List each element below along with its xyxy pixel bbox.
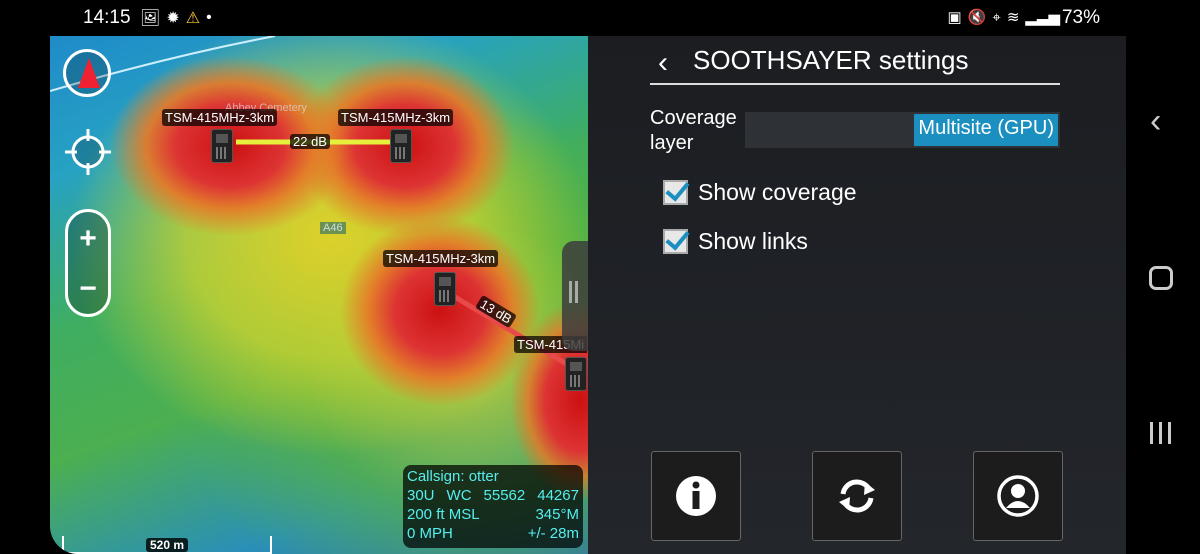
battery-saver-icon: ▣: [947, 9, 962, 26]
show-coverage-row[interactable]: Show coverage: [663, 179, 857, 206]
back-chevron-icon[interactable]: ‹: [658, 46, 668, 80]
signal-icon: ▂▃▅: [1025, 9, 1060, 26]
status-left-icons: 🖼 ✹ ⚠ •: [140, 8, 212, 28]
radio-site-icon[interactable]: [565, 357, 587, 391]
show-links-label: Show links: [698, 228, 808, 254]
status-right-icons: ▣ 🔇 ⌖ ≋ ▂▃▅: [947, 8, 1060, 27]
account-icon: [997, 475, 1039, 517]
zoom-in-button[interactable]: +: [68, 224, 108, 254]
status-time: 14:15: [83, 7, 131, 28]
northing: 44267: [537, 487, 579, 504]
heading: 345°M: [535, 506, 579, 523]
link-line-13db: [448, 291, 572, 369]
site-label[interactable]: TSM-415MHz-3km: [383, 250, 499, 267]
position-info-box: Callsign: otter 30U WC 55562 44267 200 f…: [403, 465, 583, 548]
drag-handle-icon: [569, 281, 572, 303]
wifi-icon: ≋: [1006, 9, 1020, 26]
mute-icon: 🔇: [967, 9, 987, 26]
show-links-row[interactable]: Show links: [663, 228, 808, 255]
altitude: 200 ft MSL: [407, 506, 480, 523]
nav-recents-icon[interactable]: [1148, 422, 1174, 444]
callsign: Callsign: otter: [407, 468, 499, 485]
grid-square: WC: [446, 487, 472, 504]
zoom-out-button[interactable]: −: [68, 274, 108, 304]
info-button[interactable]: [651, 451, 741, 541]
site-label[interactable]: TSM-415MHz-3km: [162, 109, 278, 126]
dot-icon: •: [206, 9, 212, 26]
refresh-button[interactable]: [812, 451, 902, 541]
account-button[interactable]: [973, 451, 1063, 541]
scale-bar: 520 m: [62, 536, 272, 554]
radio-site-icon[interactable]: [211, 129, 233, 163]
site-label[interactable]: TSM-415MHz-3km: [338, 109, 454, 126]
title-divider: [650, 83, 1060, 85]
locate-me-icon[interactable]: [63, 127, 113, 177]
scale-label: 520 m: [146, 538, 189, 552]
panel-drag-handle[interactable]: [562, 241, 588, 351]
system-nav-bar: ‹: [1126, 36, 1200, 554]
link-label: 22 dB: [290, 134, 330, 149]
page-title: SOOTHSAYER settings: [693, 45, 969, 75]
refresh-icon: [839, 479, 875, 513]
nav-home-icon[interactable]: [1149, 266, 1173, 290]
coverage-layer-select[interactable]: Multisite (GPU): [745, 112, 1060, 148]
show-links-checkbox[interactable]: [663, 229, 688, 254]
show-coverage-label: Show coverage: [698, 179, 857, 205]
settings-panel: ‹ SOOTHSAYER settings Coverage layer Mul…: [588, 36, 1126, 554]
road-label: A46: [320, 222, 346, 234]
warning-icon: ⚠: [185, 10, 201, 27]
location-icon: ⌖: [992, 8, 1001, 26]
battery-level: 73%: [1061, 7, 1100, 28]
coverage-layer-label: Coverage layer: [650, 107, 737, 154]
nav-back-icon[interactable]: ‹: [1150, 102, 1161, 141]
easting: 55562: [483, 487, 526, 504]
radio-site-icon[interactable]: [390, 129, 412, 163]
settings-badge-icon: ✹: [166, 10, 180, 27]
zoom-control: + −: [65, 209, 111, 317]
compass-button[interactable]: [63, 49, 111, 97]
grid-zone: 30U: [407, 487, 435, 504]
accuracy: +/- 28m: [527, 525, 579, 542]
show-coverage-checkbox[interactable]: [663, 180, 688, 205]
image-icon: 🖼: [140, 10, 161, 27]
info-icon: [676, 476, 716, 516]
status-bar: 14:15 🖼 ✹ ⚠ • ▣ 🔇 ⌖ ≋ ▂▃▅ 73%: [0, 0, 1200, 36]
coverage-map[interactable]: A46 Abbey Cemetery + − TSM-415MHz-3km TS…: [50, 36, 588, 554]
coverage-layer-value[interactable]: Multisite (GPU): [914, 114, 1058, 146]
north-arrow-icon: [78, 58, 100, 88]
speed: 0 MPH: [407, 525, 453, 542]
radio-site-icon[interactable]: [434, 272, 456, 306]
